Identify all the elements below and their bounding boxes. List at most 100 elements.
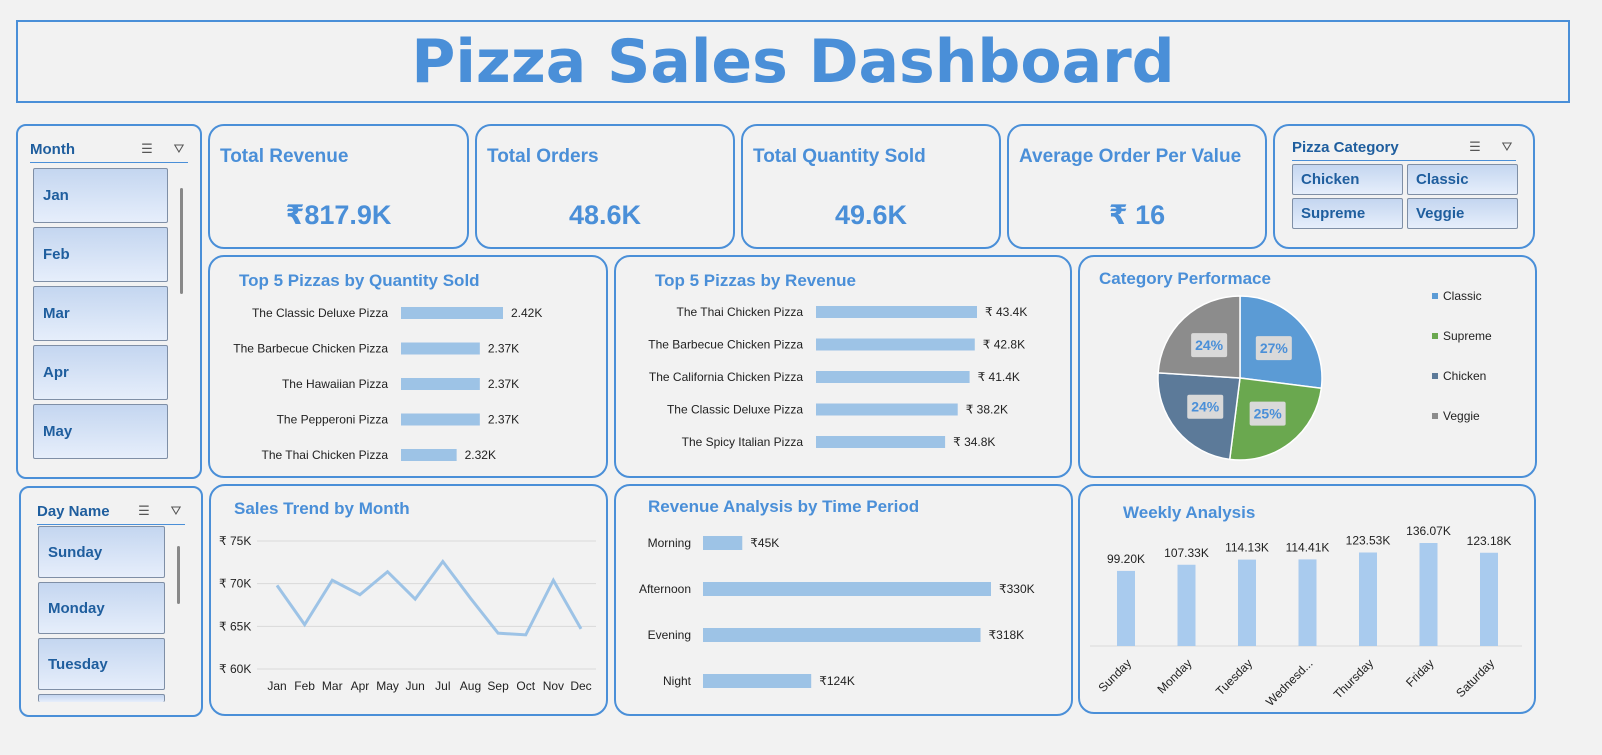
category-label: Afternoon [639,582,691,596]
bar [1117,570,1135,646]
data-label: 24% [1195,337,1224,353]
data-label: ₹ 41.4K [978,370,1020,384]
legend-label: Chicken [1443,369,1486,383]
bar [703,674,812,688]
chart-category-performance: Category Performace 27% 25% 24% 24% Classic S… [1078,255,1537,478]
category-label: Night [663,674,692,688]
bar [816,403,958,416]
clear-filter-icon[interactable]: ⛛ [170,141,188,157]
chart-sales-trend: Sales Trend by Month ₹ 75K ₹ 70K ₹ 65K ₹ 60… [209,484,608,716]
multi-select-icon[interactable]: ☰ [138,141,156,157]
bar [703,536,743,550]
series-line [275,558,583,637]
category-label: The Thai Chicken Pizza [261,448,388,462]
data-label: 2.37K [488,342,519,356]
bar [401,378,480,390]
legend-label: Veggie [1443,409,1480,423]
data-label: 2.32K [465,448,496,462]
data-label: 25% [1254,406,1283,422]
category-item-veggie[interactable]: Veggie [1407,198,1518,229]
bar [1238,559,1256,646]
kpi-value: 49.6K [834,200,908,230]
x-tick-label: Saturday [1453,656,1497,700]
bar [1359,552,1377,646]
category-label: The California Chicken Pizza [649,370,803,384]
bar [816,338,975,351]
legend-swatch [1432,333,1438,339]
category-slicer-header: Pizza Category ☰ ⛛ [1292,134,1516,161]
slicer-item-may[interactable]: May [33,404,168,459]
data-label: ₹ 34.8K [953,435,995,449]
category-label: The Barbecue Chicken Pizza [233,342,388,356]
data-label: 99.20K [1107,552,1145,566]
x-tick-label: May [376,679,399,693]
bar [401,307,503,319]
x-tick-label: Wednesd... [1263,656,1316,709]
category-item-classic[interactable]: Classic [1407,164,1518,195]
x-tick-label: Dec [570,679,591,693]
x-tick-label: Jun [406,679,425,693]
slicer-item-mar[interactable]: Mar [33,286,168,341]
x-tick-label: Apr [351,679,370,693]
x-tick-label: Feb [294,679,315,693]
bar [401,342,480,355]
slicer-item-sunday[interactable]: Sunday [38,526,165,578]
month-slicer-scrollbar[interactable] [180,188,183,294]
kpi-label: Total Revenue [220,146,349,167]
category-slicer-title: Pizza Category [1292,138,1399,156]
data-label: ₹45K [750,536,779,550]
month-slicer-title: Month [30,140,75,158]
clear-filter-icon[interactable]: ⛛ [1498,139,1516,155]
slicer-item-feb[interactable]: Feb [33,227,168,282]
category-label: The Thai Chicken Pizza [676,305,803,319]
multi-select-icon[interactable]: ☰ [1466,139,1484,155]
data-label: 123.53K [1346,533,1391,547]
slicer-item-tuesday[interactable]: Tuesday [38,638,165,690]
data-label: 2.37K [488,377,519,391]
bar [816,306,977,318]
chart-top5-quantity: Top 5 Pizzas by Quantity Sold The Classi… [208,255,608,478]
legend-swatch [1432,293,1438,299]
x-tick-label: Mar [322,679,343,693]
slicer-item-monday[interactable]: Monday [38,582,165,634]
category-label: Evening [648,628,691,642]
x-tick-label: Jul [435,679,450,693]
data-label: 136.07K [1406,524,1451,538]
data-label: ₹124K [819,674,855,688]
slicer-item-partial[interactable] [38,694,165,702]
x-tick-label: Jan [267,679,286,693]
kpi-value: 48.6K [568,200,642,230]
day-slicer-header: Day Name ☰ ⛛ [37,498,185,525]
kpi-total-revenue: Total Revenue ₹817.9K [208,124,469,249]
bar [401,413,480,426]
slicer-item-jan[interactable]: Jan [33,168,168,223]
bar [816,371,970,383]
category-item-supreme[interactable]: Supreme [1292,198,1403,229]
bar [1298,559,1317,646]
y-tick-label: ₹ 65K [219,619,251,633]
multi-select-icon[interactable]: ☰ [135,503,153,519]
chart-top5-revenue-svg: The Thai Chicken Pizza ₹ 43.4K The Barbecu… [648,305,1027,449]
data-label: ₹ 43.4K [985,305,1027,319]
kpi-label: Total Orders [487,146,599,167]
bar [703,628,981,642]
data-label: 114.13K [1225,541,1269,555]
data-label: 27% [1260,340,1289,356]
x-tick-label: Oct [516,679,535,693]
x-tick-label: Sep [487,679,509,693]
day-slicer-title: Day Name [37,502,110,520]
bar [401,449,457,461]
slicer-item-apr[interactable]: Apr [33,345,168,400]
x-tick-label: Aug [460,679,481,693]
legend-swatch [1432,413,1438,419]
clear-filter-icon[interactable]: ⛛ [167,503,185,519]
y-tick-label: ₹ 75K [219,534,251,548]
category-item-chicken[interactable]: Chicken [1292,164,1403,195]
dashboard-title: Pizza Sales Dashboard [411,26,1175,97]
data-label: 107.33K [1164,546,1209,560]
bar [1419,543,1438,646]
day-slicer-scrollbar[interactable] [177,546,180,604]
data-label: 24% [1191,399,1220,415]
data-label: 2.37K [488,413,519,427]
day-slicer: Day Name ☰ ⛛ Sunday Monday Tuesday [19,486,203,717]
